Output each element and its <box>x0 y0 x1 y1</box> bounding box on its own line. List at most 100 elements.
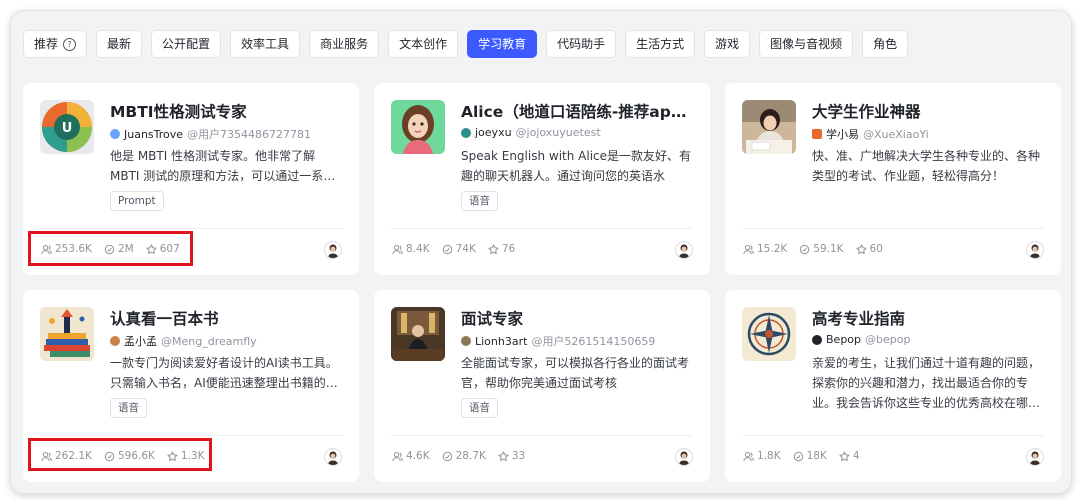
author-name: Lionh3art <box>475 334 528 348</box>
users-stat: 8.4K <box>392 243 430 255</box>
bot-tag: 语音 <box>461 191 498 211</box>
bot-tag: 语音 <box>461 398 498 418</box>
bot-title[interactable]: 认真看一百本书 <box>110 307 345 329</box>
users-stat: 1.8K <box>743 450 781 462</box>
tab-public-config[interactable]: 公开配置 <box>151 30 222 58</box>
chats-stat: 28.7K <box>442 450 486 462</box>
creator-avatar[interactable] <box>324 448 342 466</box>
bot-title[interactable]: MBTI性格测试专家 <box>110 100 345 122</box>
author-avatar-icon <box>110 336 120 346</box>
tab-games[interactable]: 游戏 <box>704 30 751 58</box>
users-count: 1.8K <box>757 450 781 462</box>
creator-avatar[interactable] <box>324 241 342 259</box>
card-divider <box>742 228 1044 229</box>
tab-label: 图像与音视频 <box>770 37 843 51</box>
chats-count: 59.1K <box>813 243 844 255</box>
chat-icon <box>442 451 452 461</box>
creator-avatar[interactable] <box>1026 241 1044 259</box>
chat-icon <box>442 244 452 254</box>
star-icon <box>855 243 867 254</box>
users-count: 8.4K <box>406 243 430 255</box>
bot-author[interactable]: Lionh3art @用户5261514150659 <box>461 333 655 349</box>
bot-author[interactable]: JuansTrove @用户7354486727781 <box>110 126 311 142</box>
users-stat: 4.6K <box>392 450 430 462</box>
bot-title[interactable]: 高考专业指南 <box>812 307 1047 329</box>
card-divider <box>40 435 342 436</box>
bot-title[interactable]: 大学生作业神器 <box>812 100 1047 122</box>
highlight-box <box>28 231 193 266</box>
author-name: 孟小孟 <box>124 335 157 348</box>
bot-title[interactable]: Alice（地道口语陪练-推荐app… <box>461 100 696 122</box>
bot-store-panel: 推荐 ? 最新 公开配置 效率工具 商业服务 文本创作 学习教育 代码助手 生活… <box>10 10 1072 494</box>
category-tabs: 推荐 ? 最新 公开配置 效率工具 商业服务 文本创作 学习教育 代码助手 生活… <box>23 30 909 58</box>
bot-author[interactable]: Bepop @bepop <box>812 333 910 346</box>
author-name: 学小易 <box>826 128 859 141</box>
stars-count: 4 <box>852 450 860 462</box>
tab-label: 效率工具 <box>241 37 290 51</box>
users-icon <box>743 244 754 254</box>
bot-tag: 语音 <box>110 398 147 418</box>
creator-avatar[interactable] <box>675 241 693 259</box>
author-name: joeyxu <box>475 126 512 139</box>
users-icon <box>392 244 403 254</box>
bot-description: Speak English with Alice是一款友好、有趣的聊天机器人。通… <box>461 149 692 183</box>
tab-roles[interactable]: 角色 <box>862 30 909 58</box>
author-avatar-icon <box>461 336 471 346</box>
bot-description: 全能面试专家，可以模拟各行各业的面试考官，帮助你完美通过面试考核 <box>461 356 690 390</box>
tab-education[interactable]: 学习教育 <box>467 30 538 58</box>
tab-label: 公开配置 <box>162 37 211 51</box>
compass-emblem-thumbnail <box>742 307 796 361</box>
bot-author[interactable]: joeyxu @jojoxuyuetest <box>461 126 601 139</box>
chats-stat: 59.1K <box>799 243 844 255</box>
author-name: JuansTrove <box>124 127 184 141</box>
tab-latest[interactable]: 最新 <box>96 30 143 58</box>
chats-count: 18K <box>806 450 827 462</box>
tab-writing[interactable]: 文本创作 <box>388 30 459 58</box>
author-avatar-icon <box>110 129 120 139</box>
tab-media[interactable]: 图像与音视频 <box>759 30 854 58</box>
author-avatar-icon <box>812 129 822 139</box>
stars-stat: 4 <box>839 450 860 462</box>
bot-card[interactable]: 大学生作业神器 学小易 @XueXiaoYi 快、准、广地解决大学生各种专业的、… <box>725 83 1061 275</box>
bot-description: 快、准、广地解决大学生各种专业的、各种类型的考试、作业题，轻松得高分！ <box>812 149 1041 183</box>
tab-code[interactable]: 代码助手 <box>546 30 617 58</box>
books-illustration-thumbnail <box>40 307 94 361</box>
chat-icon <box>793 451 803 461</box>
tab-label: 文本创作 <box>399 37 448 51</box>
tab-label: 角色 <box>873 37 898 51</box>
bot-card[interactable]: Alice（地道口语陪练-推荐app… joeyxu @jojoxuyuetes… <box>374 83 710 275</box>
creator-avatar[interactable] <box>675 448 693 466</box>
tab-business[interactable]: 商业服务 <box>309 30 380 58</box>
tab-recommend[interactable]: 推荐 ? <box>23 30 88 58</box>
tab-label: 推荐 <box>34 37 59 51</box>
bot-stats: 4.6K 28.7K 33 <box>392 450 525 462</box>
bot-author[interactable]: 孟小孟 @Meng_dreamfly <box>110 333 257 349</box>
bot-title[interactable]: 面试专家 <box>461 307 696 329</box>
author-handle: @用户7354486727781 <box>187 128 312 141</box>
bot-author[interactable]: 学小易 @XueXiaoYi <box>812 126 929 142</box>
chats-count: 28.7K <box>455 450 486 462</box>
bot-card[interactable]: 高考专业指南 Bepop @bepop 亲爱的考生，让我们通过十道有趣的问题，探… <box>725 290 1061 482</box>
author-handle: @bepop <box>865 333 911 346</box>
tab-label: 商业服务 <box>320 37 369 51</box>
tab-lifestyle[interactable]: 生活方式 <box>625 30 696 58</box>
bot-card[interactable]: 面试专家 Lionh3art @用户5261514150659 全能面试专家，可… <box>374 290 710 482</box>
help-circle-icon[interactable]: ? <box>63 37 77 51</box>
mbti-logo-thumbnail: U <box>40 100 94 154</box>
users-icon <box>392 451 403 461</box>
stars-count: 76 <box>501 243 516 255</box>
card-divider <box>391 228 693 229</box>
bot-stats: 15.2K 59.1K 60 <box>743 243 883 255</box>
star-icon <box>488 243 499 254</box>
tab-label: 最新 <box>107 37 132 51</box>
bot-stats: 8.4K 74K 76 <box>392 243 515 255</box>
stars-stat: 76 <box>488 243 515 255</box>
tab-label: 代码助手 <box>557 37 606 51</box>
bot-description: 他是 MBTI 性格测试专家。他非常了解 MBTI 测试的原理和方法，可以通过一… <box>110 149 336 183</box>
tab-label: 学习教育 <box>478 37 527 51</box>
tab-efficiency[interactable]: 效率工具 <box>230 30 301 58</box>
svg-text:U: U <box>62 121 73 136</box>
creator-avatar[interactable] <box>1026 448 1044 466</box>
author-handle: @XueXiaoYi <box>863 127 929 141</box>
card-divider <box>391 435 693 436</box>
